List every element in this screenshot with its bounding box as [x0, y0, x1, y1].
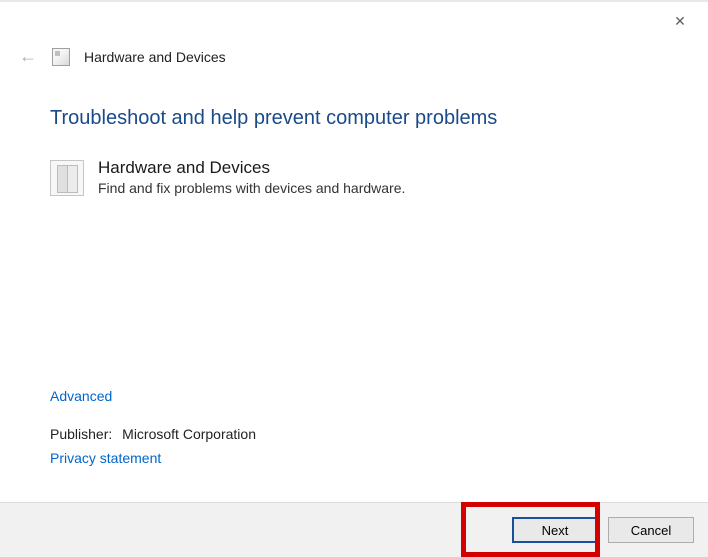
- troubleshooter-description: Find and fix problems with devices and h…: [98, 180, 405, 196]
- content-area: Troubleshoot and help prevent computer p…: [0, 77, 708, 196]
- window-title: Hardware and Devices: [84, 49, 226, 65]
- troubleshooter-item: Hardware and Devices Find and fix proble…: [50, 158, 658, 196]
- privacy-statement-link[interactable]: Privacy statement: [50, 450, 256, 466]
- page-heading: Troubleshoot and help prevent computer p…: [50, 107, 658, 130]
- publisher-name: Microsoft Corporation: [122, 426, 256, 442]
- troubleshooter-title: Hardware and Devices: [98, 158, 405, 178]
- next-button[interactable]: Next: [512, 517, 598, 543]
- cancel-button[interactable]: Cancel: [608, 517, 694, 543]
- lower-links-section: Advanced Publisher: Microsoft Corporatio…: [50, 388, 256, 488]
- advanced-link[interactable]: Advanced: [50, 388, 256, 404]
- close-icon[interactable]: ✕: [670, 13, 690, 30]
- hardware-icon: [50, 160, 84, 196]
- publisher-row: Publisher: Microsoft Corporation: [50, 426, 256, 442]
- footer-bar: Next Cancel: [0, 502, 708, 557]
- troubleshooter-text: Hardware and Devices Find and fix proble…: [98, 158, 405, 196]
- app-icon: [52, 48, 70, 66]
- header-row: ← Hardware and Devices: [0, 40, 708, 77]
- title-bar: ✕: [0, 2, 708, 40]
- publisher-label: Publisher:: [50, 426, 112, 442]
- back-arrow-icon: ←: [18, 46, 38, 67]
